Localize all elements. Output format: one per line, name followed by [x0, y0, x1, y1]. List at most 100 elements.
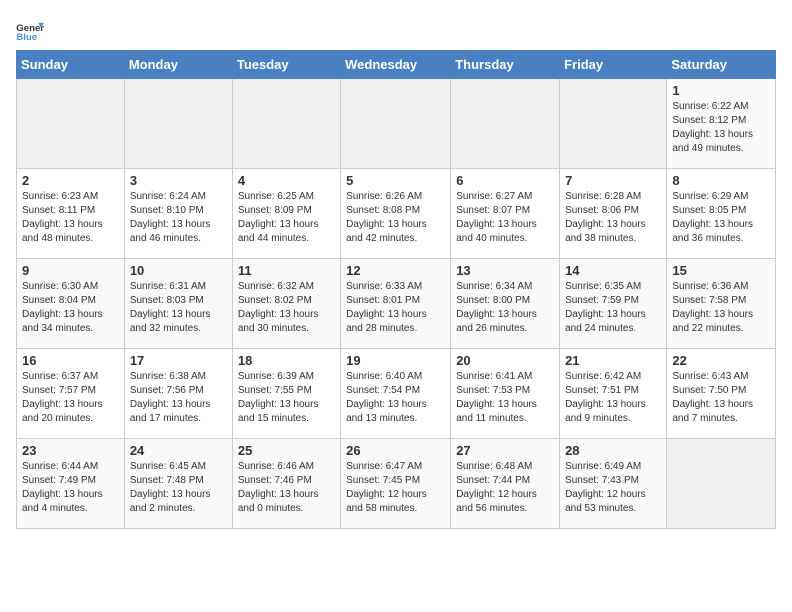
- weekday-header: Friday: [560, 51, 667, 79]
- calendar-cell: 16Sunrise: 6:37 AM Sunset: 7:57 PM Dayli…: [17, 349, 125, 439]
- calendar-cell: [667, 439, 776, 529]
- day-number: 20: [456, 353, 554, 368]
- day-info: Sunrise: 6:48 AM Sunset: 7:44 PM Dayligh…: [456, 460, 554, 516]
- day-info: Sunrise: 6:25 AM Sunset: 8:09 PM Dayligh…: [238, 190, 335, 246]
- day-info: Sunrise: 6:42 AM Sunset: 7:51 PM Dayligh…: [565, 370, 661, 426]
- day-info: Sunrise: 6:46 AM Sunset: 7:46 PM Dayligh…: [238, 460, 335, 516]
- calendar-cell: 19 Sunrise: 6:40 AM Sunset: 7:54 PM Dayli…: [341, 349, 451, 439]
- page-header: General Blue: [16, 16, 776, 42]
- weekday-header: Thursday: [451, 51, 560, 79]
- weekday-header: Tuesday: [232, 51, 340, 79]
- day-info: Sunrise: 6:43 AM Sunset: 7:50 PM Dayligh…: [672, 370, 770, 426]
- calendar-cell: 4 Sunrise: 6:25 AM Sunset: 8:09 PM Daylig…: [232, 169, 340, 259]
- day-info: Sunrise: 6:39 AM Sunset: 7:55 PM Dayligh…: [238, 370, 335, 426]
- day-number: 28: [565, 443, 661, 458]
- day-info: Sunrise: 6:31 AM Sunset: 8:03 PM Dayligh…: [130, 280, 227, 336]
- calendar-cell: 28 Sunrise: 6:49 AM Sunset: 7:43 PM Dayli…: [560, 439, 667, 529]
- day-number: 2: [22, 173, 119, 188]
- day-number: 13: [456, 263, 554, 278]
- day-number: 7: [565, 173, 661, 188]
- calendar-cell: [17, 79, 125, 169]
- calendar-cell: 24 Sunrise: 6:45 AM Sunset: 7:48 PM Dayli…: [124, 439, 232, 529]
- calendar-cell: [560, 79, 667, 169]
- day-info: Sunrise: 6:24 AM Sunset: 8:10 PM Dayligh…: [130, 190, 227, 246]
- calendar-cell: 27 Sunrise: 6:48 AM Sunset: 7:44 PM Dayli…: [451, 439, 560, 529]
- calendar-cell: 17 Sunrise: 6:38 AM Sunset: 7:56 PM Dayli…: [124, 349, 232, 439]
- day-number: 24: [130, 443, 227, 458]
- day-number: 19: [346, 353, 445, 368]
- calendar-cell: 6 Sunrise: 6:27 AM Sunset: 8:07 PM Daylig…: [451, 169, 560, 259]
- calendar-cell: 7Sunrise: 6:28 AM Sunset: 8:06 PM Daylig…: [560, 169, 667, 259]
- calendar-cell: 25 Sunrise: 6:46 AM Sunset: 7:46 PM Dayli…: [232, 439, 340, 529]
- day-number: 14: [565, 263, 661, 278]
- calendar-cell: 18 Sunrise: 6:39 AM Sunset: 7:55 PM Dayli…: [232, 349, 340, 439]
- day-number: 4: [238, 173, 335, 188]
- calendar-cell: 10Sunrise: 6:31 AM Sunset: 8:03 PM Dayli…: [124, 259, 232, 349]
- day-info: Sunrise: 6:35 AM Sunset: 7:59 PM Dayligh…: [565, 280, 661, 336]
- day-info: Sunrise: 6:30 AM Sunset: 8:04 PM Dayligh…: [22, 280, 119, 336]
- day-info: Sunrise: 6:44 AM Sunset: 7:49 PM Dayligh…: [22, 460, 119, 516]
- calendar-cell: 12 Sunrise: 6:33 AM Sunset: 8:01 PM Dayli…: [341, 259, 451, 349]
- weekday-header: Sunday: [17, 51, 125, 79]
- day-number: 11: [238, 263, 335, 278]
- calendar-cell: [124, 79, 232, 169]
- calendar-cell: 8 Sunrise: 6:29 AM Sunset: 8:05 PM Daylig…: [667, 169, 776, 259]
- calendar-cell: 22 Sunrise: 6:43 AM Sunset: 7:50 PM Dayli…: [667, 349, 776, 439]
- day-info: Sunrise: 6:41 AM Sunset: 7:53 PM Dayligh…: [456, 370, 554, 426]
- calendar-cell: 11 Sunrise: 6:32 AM Sunset: 8:02 PM Dayli…: [232, 259, 340, 349]
- calendar-week-row: 1 Sunrise: 6:22 AM Sunset: 8:12 PM Daylig…: [17, 79, 776, 169]
- calendar-cell: 3 Sunrise: 6:24 AM Sunset: 8:10 PM Daylig…: [124, 169, 232, 259]
- calendar-cell: 5 Sunrise: 6:26 AM Sunset: 8:08 PM Daylig…: [341, 169, 451, 259]
- calendar-cell: 15Sunrise: 6:36 AM Sunset: 7:58 PM Dayli…: [667, 259, 776, 349]
- day-info: Sunrise: 6:45 AM Sunset: 7:48 PM Dayligh…: [130, 460, 227, 516]
- logo-icon: General Blue: [16, 20, 44, 42]
- day-info: Sunrise: 6:27 AM Sunset: 8:07 PM Dayligh…: [456, 190, 554, 246]
- day-number: 18: [238, 353, 335, 368]
- day-number: 5: [346, 173, 445, 188]
- day-number: 27: [456, 443, 554, 458]
- day-number: 23: [22, 443, 119, 458]
- day-info: Sunrise: 6:40 AM Sunset: 7:54 PM Dayligh…: [346, 370, 445, 426]
- calendar-cell: [232, 79, 340, 169]
- calendar-cell: 21 Sunrise: 6:42 AM Sunset: 7:51 PM Dayli…: [560, 349, 667, 439]
- calendar-table: SundayMondayTuesdayWednesdayThursdayFrid…: [16, 50, 776, 529]
- day-info: Sunrise: 6:49 AM Sunset: 7:43 PM Dayligh…: [565, 460, 661, 516]
- day-info: Sunrise: 6:26 AM Sunset: 8:08 PM Dayligh…: [346, 190, 445, 246]
- day-number: 1: [672, 83, 770, 98]
- day-number: 25: [238, 443, 335, 458]
- calendar-cell: 26 Sunrise: 6:47 AM Sunset: 7:45 PM Dayli…: [341, 439, 451, 529]
- day-info: Sunrise: 6:32 AM Sunset: 8:02 PM Dayligh…: [238, 280, 335, 336]
- calendar-cell: 14 Sunrise: 6:35 AM Sunset: 7:59 PM Dayli…: [560, 259, 667, 349]
- day-info: Sunrise: 6:36 AM Sunset: 7:58 PM Dayligh…: [672, 280, 770, 336]
- weekday-header: Wednesday: [341, 51, 451, 79]
- day-number: 16: [22, 353, 119, 368]
- day-info: Sunrise: 6:38 AM Sunset: 7:56 PM Dayligh…: [130, 370, 227, 426]
- calendar-cell: [341, 79, 451, 169]
- day-number: 12: [346, 263, 445, 278]
- svg-text:Blue: Blue: [16, 32, 37, 42]
- day-info: Sunrise: 6:22 AM Sunset: 8:12 PM Dayligh…: [672, 100, 770, 156]
- day-info: Sunrise: 6:47 AM Sunset: 7:45 PM Dayligh…: [346, 460, 445, 516]
- calendar-cell: 1 Sunrise: 6:22 AM Sunset: 8:12 PM Daylig…: [667, 79, 776, 169]
- logo: General Blue: [16, 20, 44, 42]
- weekday-header: Monday: [124, 51, 232, 79]
- calendar-week-row: 9Sunrise: 6:30 AM Sunset: 8:04 PM Daylig…: [17, 259, 776, 349]
- day-number: 21: [565, 353, 661, 368]
- calendar-cell: 20 Sunrise: 6:41 AM Sunset: 7:53 PM Dayli…: [451, 349, 560, 439]
- day-number: 22: [672, 353, 770, 368]
- day-number: 6: [456, 173, 554, 188]
- day-number: 3: [130, 173, 227, 188]
- day-number: 17: [130, 353, 227, 368]
- day-info: Sunrise: 6:29 AM Sunset: 8:05 PM Dayligh…: [672, 190, 770, 246]
- weekday-header-row: SundayMondayTuesdayWednesdayThursdayFrid…: [17, 51, 776, 79]
- calendar-week-row: 16Sunrise: 6:37 AM Sunset: 7:57 PM Dayli…: [17, 349, 776, 439]
- day-number: 26: [346, 443, 445, 458]
- weekday-header: Saturday: [667, 51, 776, 79]
- calendar-cell: [451, 79, 560, 169]
- calendar-week-row: 23 Sunrise: 6:44 AM Sunset: 7:49 PM Dayli…: [17, 439, 776, 529]
- day-info: Sunrise: 6:33 AM Sunset: 8:01 PM Dayligh…: [346, 280, 445, 336]
- day-number: 8: [672, 173, 770, 188]
- calendar-cell: 9Sunrise: 6:30 AM Sunset: 8:04 PM Daylig…: [17, 259, 125, 349]
- calendar-week-row: 2Sunrise: 6:23 AM Sunset: 8:11 PM Daylig…: [17, 169, 776, 259]
- day-info: Sunrise: 6:34 AM Sunset: 8:00 PM Dayligh…: [456, 280, 554, 336]
